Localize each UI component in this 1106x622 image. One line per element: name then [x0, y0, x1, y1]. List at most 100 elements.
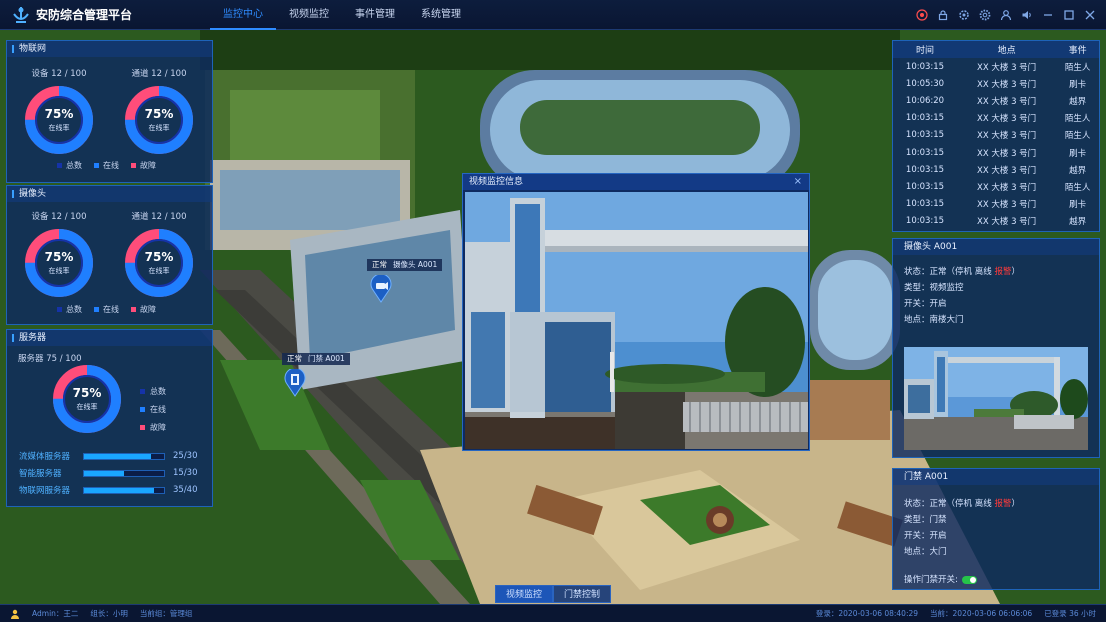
camera-channel-donut: 75% 在线率 — [124, 228, 194, 298]
close-icon[interactable] — [1084, 9, 1096, 21]
alert-icon[interactable] — [916, 9, 928, 21]
status-bar: Admin：王二 组长：小明 当前组：管理组 登录：2020-03-06 08:… — [0, 604, 1106, 622]
camera-snapshot-image[interactable] — [904, 347, 1088, 450]
event-row[interactable]: 10:03:15 XX 大楼 3 号门 陌生人 — [893, 127, 1099, 144]
lock-icon[interactable] — [937, 9, 949, 21]
donut-label: 在线率 — [48, 267, 70, 275]
camera-location: 地点：南楼大门 — [904, 315, 964, 325]
tab-video-monitor[interactable]: 视频监控 — [495, 585, 553, 603]
nav-event-manage[interactable]: 事件管理 — [342, 0, 408, 30]
nav-video-monitor[interactable]: 视频监控 — [276, 0, 342, 30]
donut-label: 在线率 — [76, 403, 98, 411]
event-type: 陌生人 — [1064, 62, 1091, 73]
donut-label: 在线率 — [148, 267, 170, 275]
legend-online: 在线 — [94, 304, 119, 315]
camera-device-stat: 设备 12 / 100 75% 在线率 — [14, 210, 104, 298]
events-body: 10:03:15 XX 大楼 3 号门 陌生人 10:05:30 XX 大楼 3 号门刷… — [893, 58, 1099, 230]
event-time: 10:03:15 — [905, 164, 945, 175]
iot-legend: 总数 在线 故障 — [57, 160, 156, 171]
event-type: 陌生人 — [1064, 131, 1091, 142]
video-modal: 视频监控信息 × — [462, 173, 810, 451]
door-toggle-label: 操作门禁开关: — [904, 575, 958, 585]
event-row[interactable]: 10:03:15 XX 大楼 3 号门 陌生人 — [893, 178, 1099, 195]
event-time: 10:03:15 — [905, 199, 945, 210]
event-row[interactable]: 10:05:30 XX 大楼 3 号门 刷卡 — [893, 75, 1099, 92]
event-time: 10:03:15 — [905, 61, 945, 72]
close-icon[interactable]: × — [794, 174, 802, 190]
legend-online: 在线 — [140, 404, 166, 415]
door-location: 地点：大门 — [904, 547, 947, 557]
gear-icon[interactable] — [979, 9, 991, 21]
camera-channel-stat: 通道 12 / 100 75% 在线率 — [114, 210, 204, 298]
event-location: XX 大楼 3 号门 — [977, 148, 1037, 159]
event-row[interactable]: 10:03:15 XX 大楼 3 号门 陌生人 — [893, 58, 1099, 75]
door-toggle-switch[interactable] — [961, 575, 977, 584]
camera-marker-tag[interactable]: 正常 摄像头 A001 — [367, 259, 443, 271]
server-panel: 服务器 服务器 75 / 100 75% 在线率 总数 在线 故障 流媒体服务器… — [6, 329, 213, 507]
donut-value: 75% — [44, 250, 74, 264]
nav-monitor-center[interactable]: 监控中心 — [210, 0, 277, 30]
event-time: 10:03:15 — [905, 216, 945, 227]
legend-total: 总数 — [140, 386, 166, 397]
marker-name: 门禁 A001 — [308, 354, 345, 363]
camera-panel-title: 摄像头 — [7, 186, 212, 202]
door-info-title: 门禁 A001 — [893, 469, 1099, 485]
legend-total: 总数 — [57, 304, 82, 315]
door-pin-icon[interactable] — [284, 369, 306, 397]
minimize-icon[interactable] — [1042, 9, 1054, 21]
event-row[interactable]: 10:03:15 XX 大楼 3 号门 陌生人 — [893, 110, 1099, 127]
settings-wheel-icon[interactable] — [958, 9, 970, 21]
event-row[interactable]: 10:03:15 XX 大楼 3 号门 越界 — [893, 213, 1099, 230]
user-icon[interactable] — [1000, 9, 1012, 21]
event-location: XX 大楼 3 号门 — [977, 200, 1037, 211]
server-panel-title: 服务器 — [7, 330, 212, 346]
event-type: 越界 — [1069, 165, 1087, 176]
event-location: XX 大楼 3 号门 — [977, 131, 1037, 142]
event-row[interactable]: 10:03:15 XX 大楼 3 号门 刷卡 — [893, 196, 1099, 213]
window-toolbar — [916, 0, 1096, 30]
event-location: XX 大楼 3 号门 — [977, 217, 1037, 228]
event-location: XX 大楼 3 号门 — [977, 165, 1037, 176]
donut-value: 75% — [144, 107, 174, 121]
door-marker-tag[interactable]: 正常 门禁 A001 — [282, 353, 350, 365]
event-row[interactable]: 10:06:20 XX 大楼 3 号门 越界 — [893, 92, 1099, 109]
marker-status: 正常 — [287, 354, 302, 363]
event-row[interactable]: 10:03:15 XX 大楼 3 号门 刷卡 — [893, 144, 1099, 161]
marker-name: 摄像头 A001 — [393, 260, 438, 269]
camera-device-donut: 75% 在线率 — [24, 228, 94, 298]
camera-pin-icon[interactable] — [370, 275, 392, 303]
server-bar-smart: 智能服务器 15/30 — [19, 468, 199, 479]
tab-door-control[interactable]: 门禁控制 — [553, 585, 611, 603]
door-switch: 开关：开启 — [904, 531, 947, 541]
maximize-icon[interactable] — [1063, 9, 1075, 21]
iot-panel: 物联网 设备 12 / 100 75% 在线率 通道 12 / 100 75% … — [6, 40, 213, 183]
nav-system-manage[interactable]: 系统管理 — [408, 0, 474, 30]
legend-fault: 故障 — [131, 304, 156, 315]
col-event: 事件 — [1056, 41, 1099, 58]
events-panel: 时间 地点 事件 10:03:15 XX 大楼 3 号门 陌生人 10:05:30 XX… — [892, 40, 1100, 232]
volume-icon[interactable] — [1021, 9, 1033, 21]
server-legend: 总数 在线 故障 — [140, 386, 166, 440]
event-type: 陌生人 — [1064, 182, 1091, 193]
bar-value: 15/30 — [173, 468, 198, 478]
bar-fill — [84, 487, 154, 493]
event-row[interactable]: 10:03:15 XX 大楼 3 号门 越界 — [893, 161, 1099, 178]
video-feed-image[interactable] — [465, 192, 808, 449]
event-type: 刷卡 — [1069, 200, 1087, 211]
door-status: 状态：正常（停机 离线 报警） — [904, 499, 1020, 509]
video-modal-header: 视频监控信息 × — [463, 174, 809, 190]
legend-online: 在线 — [94, 160, 119, 171]
server-donut: 75% 在线率 — [52, 364, 122, 434]
main-nav: 监控中心 视频监控 事件管理 系统管理 — [210, 0, 474, 30]
bar-label: 智能服务器 — [19, 469, 62, 479]
bar-track — [83, 469, 165, 477]
event-time: 10:03:15 — [905, 181, 945, 192]
event-time: 10:03:15 — [905, 130, 945, 141]
iot-device-caption: 设备 12 / 100 — [31, 69, 87, 79]
event-location: XX 大楼 3 号门 — [977, 96, 1037, 107]
event-location: XX 大楼 3 号门 — [977, 79, 1037, 90]
legend-fault: 故障 — [131, 160, 156, 171]
event-time: 10:05:30 — [905, 78, 945, 89]
iot-device-donut: 75% 在线率 — [24, 85, 94, 155]
camera-panel: 摄像头 设备 12 / 100 75% 在线率 通道 12 / 100 75% … — [6, 185, 213, 325]
